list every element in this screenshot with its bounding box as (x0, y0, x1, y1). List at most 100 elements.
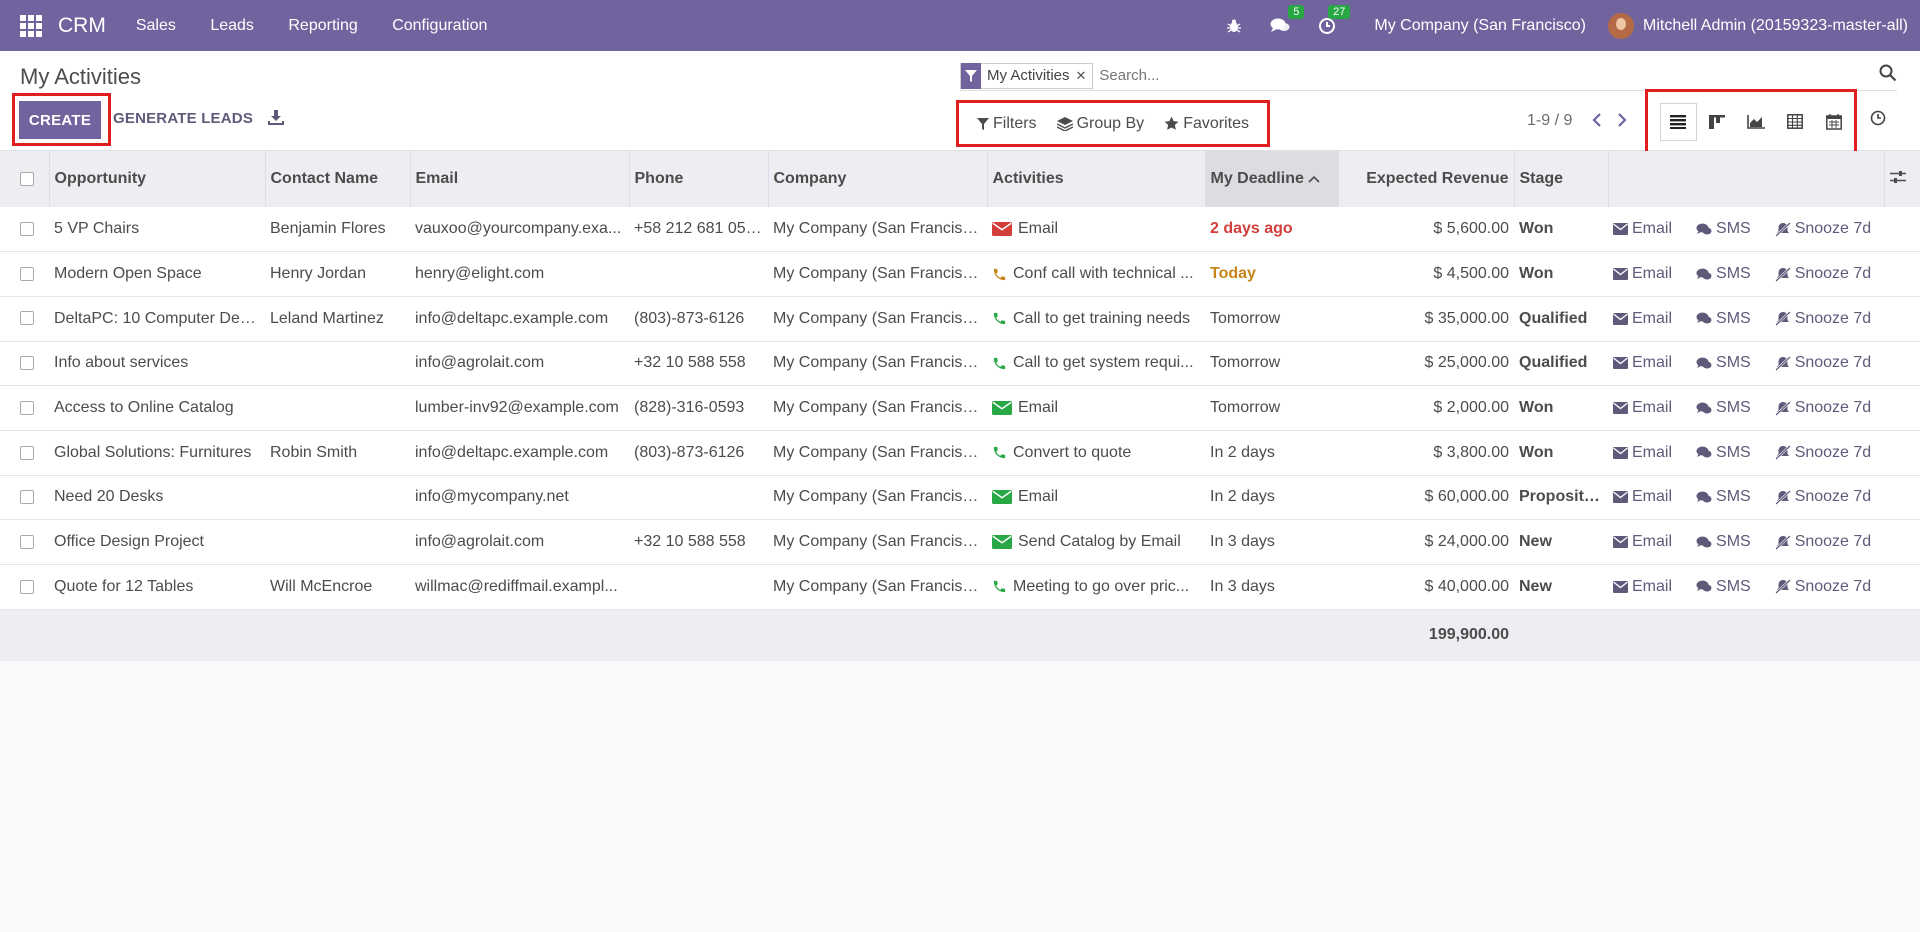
search-input[interactable] (1099, 67, 1700, 84)
header-opportunity[interactable]: Opportunity (49, 151, 266, 207)
apps-grid-icon[interactable] (20, 14, 42, 37)
pager-next-icon[interactable] (1616, 112, 1628, 133)
header-email[interactable]: Email (410, 151, 630, 207)
graph-view-icon[interactable] (1738, 103, 1775, 141)
table-row[interactable]: 5 VP Chairs Benjamin Flores vauxoo@yourc… (0, 207, 1920, 252)
cell-activities[interactable]: Email (987, 207, 1205, 252)
user-menu[interactable]: Mitchell Admin (20159323-master-all) (1643, 17, 1908, 35)
row-checkbox[interactable] (20, 445, 34, 460)
row-sms-button[interactable]: SMS (1696, 533, 1751, 551)
row-snooze-button[interactable]: Snooze 7d (1774, 488, 1871, 506)
row-email-button[interactable]: Email (1613, 265, 1672, 283)
row-checkbox[interactable] (20, 311, 34, 326)
row-snooze-button[interactable]: Snooze 7d (1774, 220, 1871, 238)
menu-reporting[interactable]: Reporting (288, 17, 357, 34)
row-checkbox[interactable] (20, 356, 34, 371)
header-revenue[interactable]: Expected Revenue (1338, 151, 1515, 207)
row-checkbox[interactable] (20, 400, 34, 415)
row-email-button[interactable]: Email (1613, 578, 1672, 596)
row-checkbox[interactable] (20, 579, 34, 594)
row-email-label: Email (1632, 533, 1673, 551)
row-checkbox[interactable] (20, 266, 34, 281)
pivot-view-icon[interactable] (1776, 103, 1813, 141)
kanban-view-icon[interactable] (1699, 103, 1736, 141)
row-snooze-button[interactable]: Snooze 7d (1774, 310, 1871, 328)
header-deadline[interactable]: My Deadline (1205, 151, 1339, 207)
row-snooze-button[interactable]: Snooze 7d (1774, 578, 1871, 596)
messages-icon[interactable]: 5 (1270, 4, 1305, 35)
pager-previous-icon[interactable] (1591, 112, 1603, 133)
phone-icon (993, 581, 1006, 593)
row-sms-button[interactable]: SMS (1696, 399, 1751, 417)
cell-activities[interactable]: Conf call with technical ... (987, 252, 1205, 297)
create-button[interactable]: CREATE (19, 101, 101, 139)
row-checkbox[interactable] (20, 534, 34, 549)
header-activities[interactable]: Activities (987, 151, 1206, 207)
cell-activities[interactable]: Email (987, 386, 1205, 431)
search-icon[interactable] (1879, 64, 1897, 87)
row-sms-button[interactable]: SMS (1696, 354, 1751, 372)
row-email-button[interactable]: Email (1613, 399, 1672, 417)
row-email-button[interactable]: Email (1613, 488, 1672, 506)
header-company[interactable]: Company (768, 151, 988, 207)
row-email-button[interactable]: Email (1613, 310, 1672, 328)
total-revenue: 199,900.00 (1428, 626, 1509, 644)
row-snooze-button[interactable]: Snooze 7d (1774, 444, 1871, 462)
user-avatar[interactable] (1608, 12, 1634, 39)
cell-deadline: 2 days ago (1210, 220, 1293, 238)
table-row[interactable]: Quote for 12 Tables Will McEncroe willma… (0, 564, 1920, 610)
table-row[interactable]: Info about services info@agrolait.com +3… (0, 341, 1920, 386)
cell-activities[interactable]: Email (987, 475, 1205, 520)
favorites-button[interactable]: Favorites (1164, 115, 1249, 133)
generate-leads-button[interactable]: GENERATE LEADS (113, 110, 253, 127)
menu-leads[interactable]: Leads (210, 17, 254, 34)
menu-configuration[interactable]: Configuration (392, 17, 487, 34)
table-row[interactable]: Need 20 Desks info@mycompany.net My Comp… (0, 475, 1920, 520)
list-view-icon[interactable] (1660, 102, 1697, 141)
cell-activities[interactable]: Convert to quote (987, 430, 1205, 475)
app-name[interactable]: CRM (58, 14, 106, 38)
calendar-view-icon[interactable] (1815, 103, 1852, 141)
row-email-button[interactable]: Email (1613, 444, 1672, 462)
download-icon[interactable] (268, 109, 284, 130)
table-row[interactable]: Access to Online Catalog lumber-inv92@ex… (0, 385, 1920, 431)
facet-remove-icon[interactable]: ✕ (1076, 68, 1093, 84)
row-checkbox[interactable] (20, 221, 34, 236)
group-by-button[interactable]: Group By (1056, 115, 1144, 133)
activity-view-clock-icon[interactable] (1870, 110, 1886, 131)
select-all-checkbox[interactable] (20, 171, 34, 186)
row-email-button[interactable]: Email (1613, 354, 1672, 372)
row-sms-button[interactable]: SMS (1696, 310, 1751, 328)
cell-activities[interactable]: Call to get training needs (987, 296, 1205, 341)
row-snooze-button[interactable]: Snooze 7d (1774, 265, 1871, 283)
row-email-button[interactable]: Email (1613, 220, 1672, 238)
table-row[interactable]: DeltaPC: 10 Computer Desks Leland Martin… (0, 296, 1920, 342)
row-sms-button[interactable]: SMS (1696, 220, 1751, 238)
company-switcher[interactable]: My Company (San Francisco) (1374, 17, 1586, 35)
header-stage[interactable]: Stage (1514, 151, 1609, 207)
optional-columns-header[interactable] (1884, 151, 1920, 207)
row-snooze-button[interactable]: Snooze 7d (1774, 399, 1871, 417)
pager-value[interactable]: 1-9 / 9 (1527, 112, 1572, 130)
activities-clock-icon[interactable]: 27 (1318, 4, 1351, 35)
filters-button[interactable]: Filters (977, 115, 1037, 133)
table-row[interactable]: Global Solutions: Furnitures Robin Smith… (0, 430, 1920, 476)
row-snooze-button[interactable]: Snooze 7d (1774, 533, 1871, 551)
row-snooze-button[interactable]: Snooze 7d (1774, 354, 1871, 372)
header-contact[interactable]: Contact Name (265, 151, 411, 207)
row-sms-button[interactable]: SMS (1696, 488, 1751, 506)
cell-activities[interactable]: Send Catalog by Email (987, 520, 1205, 565)
table-row[interactable]: Modern Open Space Henry Jordan henry@eli… (0, 251, 1920, 297)
table-row[interactable]: Office Design Project info@agrolait.com … (0, 519, 1920, 565)
bug-icon[interactable] (1226, 18, 1242, 34)
row-sms-button[interactable]: SMS (1696, 265, 1751, 283)
row-email-button[interactable]: Email (1613, 533, 1672, 551)
menu-sales[interactable]: Sales (136, 17, 176, 34)
row-sms-button[interactable]: SMS (1696, 444, 1751, 462)
row-sms-button[interactable]: SMS (1696, 578, 1751, 596)
cell-activities[interactable]: Call to get system requi... (987, 341, 1205, 386)
column-settings-icon[interactable] (1889, 170, 1906, 184)
header-phone[interactable]: Phone (629, 151, 769, 207)
cell-activities[interactable]: Meeting to go over pric... (987, 565, 1205, 610)
row-checkbox[interactable] (20, 490, 34, 505)
